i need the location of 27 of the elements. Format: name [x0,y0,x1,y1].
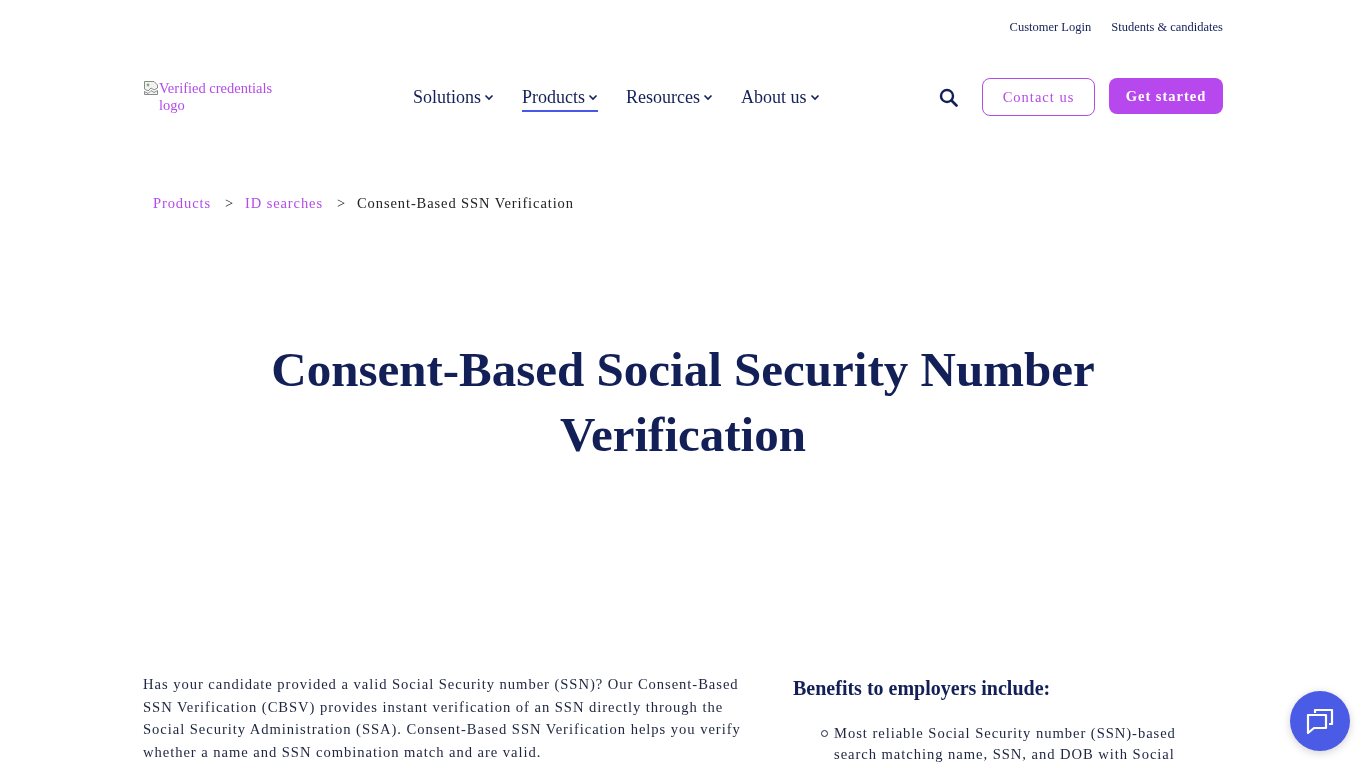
search-button[interactable] [939,87,958,107]
breadcrumb-link[interactable]: Products [153,194,211,212]
chevron-down-icon [809,93,820,101]
logo-alt-text[interactable]: Verified credentials logo [159,80,287,114]
broken-image-icon [143,80,159,96]
chevron-down-icon [588,93,599,101]
breadcrumb-separator: > [224,194,235,212]
page-title: Consent-Based Social Security Number Verification [270,341,1096,464]
nav-menu-item[interactable]: Resources [626,86,713,112]
get-started-button[interactable]: Get started [1109,78,1223,114]
list-item-text: Most reliable Social Security number (SSN)-based search matching name, SSN, and DOB with Social [834,724,1177,764]
chat-icon [1306,708,1334,734]
breadcrumb-separator: > [336,194,347,212]
top-link[interactable]: Students & candidates [1111,19,1223,35]
breadcrumb-link[interactable]: ID searches [245,194,323,212]
nav-menu-item[interactable]: About us [741,86,820,112]
nav-menu-item[interactable]: Products [522,86,599,112]
breadcrumb-current: Consent-Based SSN Verification [357,194,574,212]
chevron-down-icon [484,93,495,101]
search-icon [939,87,958,107]
intro-paragraph: Has your candidate provided a valid Social Security number (SSN)? Our Consent-Based SSN Verification (CBSV) provides instant verification of an SSN directly through the Social Security Administration (SSA). Consent-Based SSN Verification helps you verify whether a name and SSN combination match and are valid. [143,675,742,762]
chat-button[interactable] [1290,691,1350,751]
nav-menu-item[interactable]: Solutions [413,86,495,112]
chevron-down-icon [703,93,713,101]
contact-us-button[interactable]: Contact us [982,78,1095,116]
top-link[interactable]: Customer Login [1009,19,1092,35]
section-heading: Benefits to employers include: [793,676,1052,701]
